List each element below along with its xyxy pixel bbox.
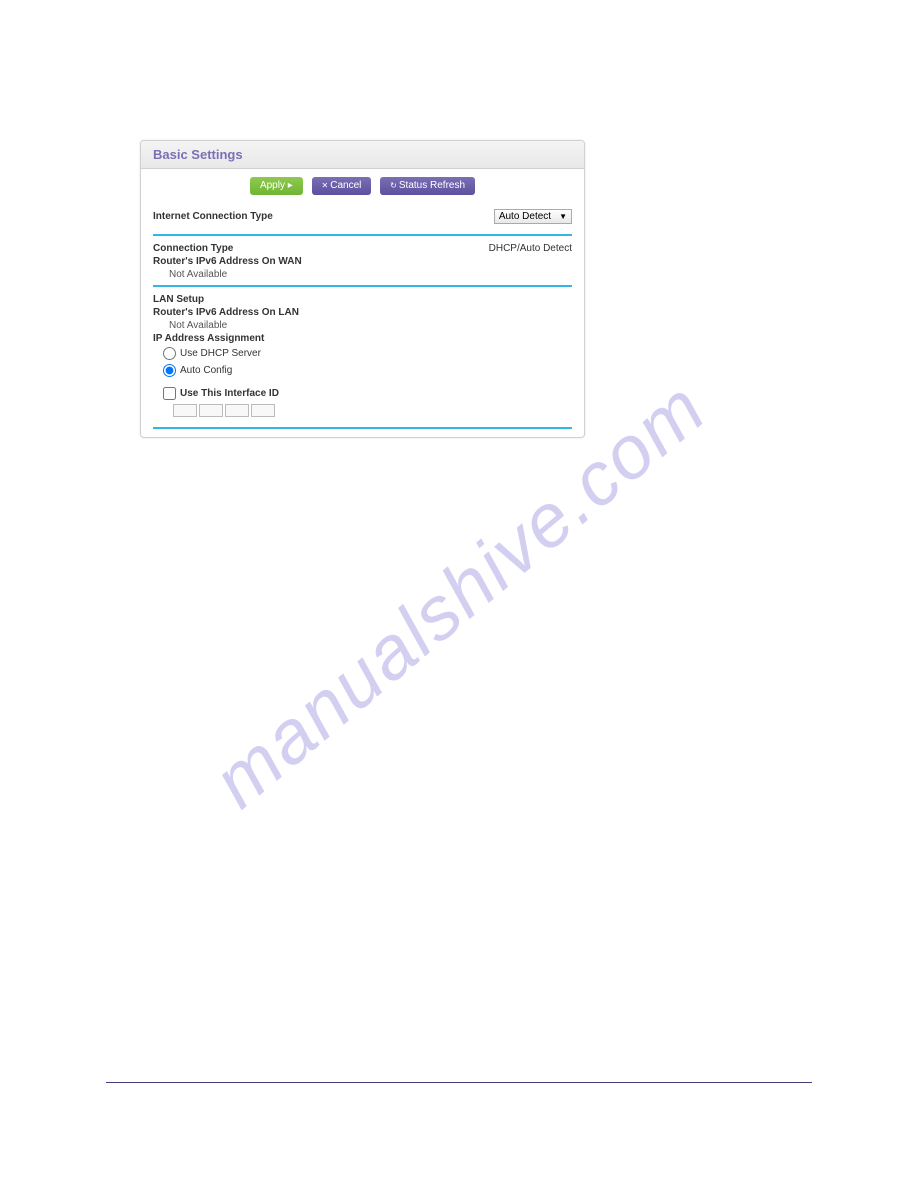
interface-id-label: Use This Interface ID bbox=[180, 388, 279, 399]
basic-settings-panel: Basic Settings Apply ▸ ✕Cancel ↻Status R… bbox=[140, 140, 585, 438]
interface-id-input-4[interactable] bbox=[251, 404, 275, 417]
lan-address-row: Router's IPv6 Address On LAN bbox=[141, 306, 584, 319]
lan-setup-label: LAN Setup bbox=[153, 294, 204, 305]
refresh-icon: ↻ bbox=[390, 181, 397, 190]
connection-type-value: DHCP/Auto Detect bbox=[489, 243, 572, 254]
interface-id-input-1[interactable] bbox=[173, 404, 197, 417]
wan-address-label: Router's IPv6 Address On WAN bbox=[153, 256, 302, 267]
ip-assignment-label: IP Address Assignment bbox=[153, 333, 264, 344]
cancel-button[interactable]: ✕Cancel bbox=[312, 177, 372, 195]
internet-connection-title: Internet Connection Type bbox=[153, 211, 273, 222]
connection-type-row: Connection Type DHCP/Auto Detect bbox=[141, 242, 584, 255]
lan-setup-row: LAN Setup bbox=[141, 293, 584, 306]
apply-button[interactable]: Apply ▸ bbox=[250, 177, 303, 195]
status-refresh-button[interactable]: ↻Status Refresh bbox=[380, 177, 475, 195]
dhcp-radio-row: Use DHCP Server bbox=[141, 345, 584, 362]
dropdown-value: Auto Detect bbox=[499, 211, 551, 222]
interface-id-input-3[interactable] bbox=[225, 404, 249, 417]
internet-connection-section: Internet Connection Type Auto Detect ▼ bbox=[141, 203, 584, 230]
button-row: Apply ▸ ✕Cancel ↻Status Refresh bbox=[141, 169, 584, 203]
page-footer-line bbox=[106, 1082, 812, 1083]
dhcp-radio-label: Use DHCP Server bbox=[180, 348, 261, 359]
panel-title: Basic Settings bbox=[153, 147, 243, 162]
lan-address-label: Router's IPv6 Address On LAN bbox=[153, 307, 299, 318]
cancel-label: Cancel bbox=[330, 180, 361, 191]
interface-id-inputs bbox=[141, 402, 584, 423]
wan-address-value-row: Not Available bbox=[141, 268, 584, 281]
lan-address-value-row: Not Available bbox=[141, 319, 584, 332]
auto-config-radio-label: Auto Config bbox=[180, 365, 232, 376]
panel-header: Basic Settings bbox=[141, 141, 584, 169]
interface-id-checkbox[interactable] bbox=[163, 387, 176, 400]
interface-id-input-2[interactable] bbox=[199, 404, 223, 417]
refresh-label: Status Refresh bbox=[399, 180, 465, 191]
lan-address-value: Not Available bbox=[169, 320, 227, 331]
ip-assignment-row: IP Address Assignment bbox=[141, 332, 584, 345]
connection-type-label: Connection Type bbox=[153, 243, 233, 254]
wan-address-value: Not Available bbox=[169, 269, 227, 280]
divider bbox=[153, 427, 572, 429]
interface-id-checkbox-row: Use This Interface ID bbox=[141, 385, 584, 402]
auto-config-radio-row: Auto Config bbox=[141, 362, 584, 379]
connection-type-dropdown[interactable]: Auto Detect ▼ bbox=[494, 209, 572, 224]
wan-address-row: Router's IPv6 Address On WAN bbox=[141, 255, 584, 268]
auto-config-radio[interactable] bbox=[163, 364, 176, 377]
close-icon: ✕ bbox=[322, 181, 329, 190]
chevron-down-icon: ▼ bbox=[559, 212, 567, 221]
dhcp-radio[interactable] bbox=[163, 347, 176, 360]
